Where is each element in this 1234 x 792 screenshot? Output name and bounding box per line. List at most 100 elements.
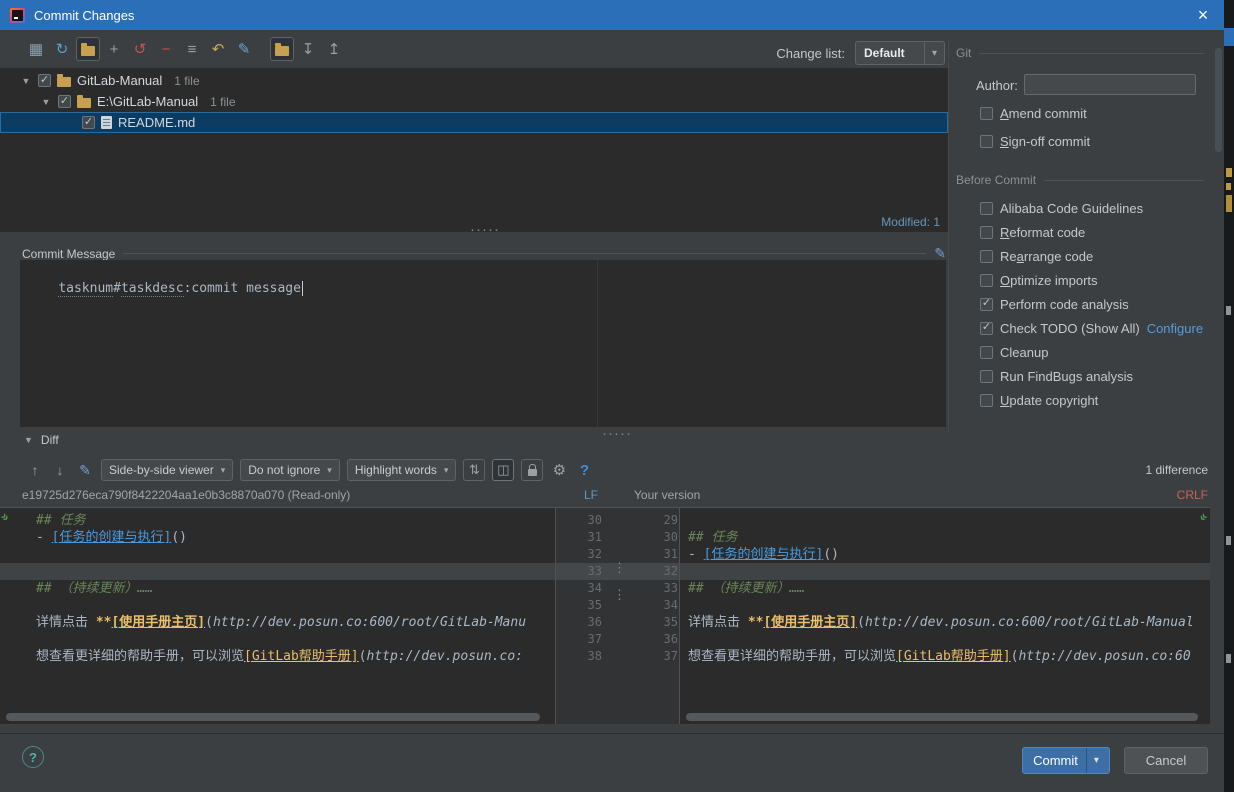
checkbox[interactable] xyxy=(980,202,993,215)
collapse-all-button[interactable]: ↥ xyxy=(322,37,346,61)
diff-file-header: e19725d276eca790f8422204aa1e0b3c8870a070… xyxy=(0,486,1224,507)
horizontal-scrollbar[interactable] xyxy=(6,713,540,721)
option-reformat-code[interactable]: Reformat code xyxy=(980,224,1085,240)
line-number: 29 xyxy=(632,512,678,529)
left-line-ending[interactable]: LF xyxy=(584,488,598,502)
chevron-down-icon[interactable]: ▾ xyxy=(1086,748,1099,773)
highlight-policy-dropdown[interactable]: Highlight words ▾ xyxy=(347,459,457,481)
show-details-button[interactable]: ≡ xyxy=(180,37,204,61)
diff-line: - xyxy=(688,547,704,562)
checkbox[interactable] xyxy=(980,370,993,383)
diff-line: ## （持续更新）…… xyxy=(688,581,805,596)
line-number: 34 xyxy=(556,580,602,597)
revert-button[interactable]: ↺ xyxy=(128,37,152,61)
splitter-handle[interactable]: ····· xyxy=(470,226,500,234)
checkbox[interactable] xyxy=(980,274,993,287)
option-check-todo[interactable]: ✓ Check TODO (Show All) Configure xyxy=(980,320,1203,336)
configure-link[interactable]: Configure xyxy=(1147,321,1203,336)
expand-all-button[interactable]: ↧ xyxy=(296,37,320,61)
diff-right-pane[interactable]: « ## 任务 - [任务的创建与执行]() ## （持续更新）…… 详情点击 … xyxy=(680,508,1210,724)
tree-row-directory[interactable]: ▼ ✓ E:\GitLab-Manual 1 file xyxy=(0,91,948,112)
refresh-button[interactable]: ↻ xyxy=(50,37,74,61)
tree-row-file-selected[interactable]: ✓ README.md xyxy=(0,112,948,133)
line-number: 36 xyxy=(632,631,678,648)
checkbox[interactable] xyxy=(980,226,993,239)
checkbox[interactable] xyxy=(980,107,993,120)
show-diff-button[interactable]: ▦ xyxy=(24,37,48,61)
checkbox[interactable]: ✓ xyxy=(58,95,71,108)
changelist-dropdown[interactable]: Default ▾ xyxy=(855,41,945,65)
checkbox[interactable]: ✓ xyxy=(82,116,95,129)
sync-scroll-toggle[interactable]: ⇅ xyxy=(463,459,485,481)
expand-arrow-icon[interactable]: ▼ xyxy=(20,76,32,86)
option-run-findbugs[interactable]: Run FindBugs analysis xyxy=(980,368,1133,384)
settings-gear-icon[interactable]: ⚙ xyxy=(550,461,568,479)
checkbox[interactable]: ✓ xyxy=(38,74,51,87)
panel-scrollbar[interactable] xyxy=(1215,48,1222,152)
ignore-policy-dropdown[interactable]: Do not ignore ▾ xyxy=(240,459,340,481)
diff-left-pane[interactable]: » ## 任务 - [任务的创建与执行]() ## （持续更新）…… 详情点击 … xyxy=(0,508,555,724)
close-icon[interactable]: × xyxy=(1192,6,1214,24)
diff-section-header[interactable]: ▼ Diff xyxy=(24,433,59,447)
line-number: 33 xyxy=(632,580,678,597)
checkbox[interactable] xyxy=(980,135,993,148)
option-optimize-imports[interactable]: Optimize imports xyxy=(980,272,1098,288)
right-revision-title: Your version xyxy=(634,488,700,502)
diff-line: 想查看更详细的帮助手册，可以浏览 xyxy=(688,649,896,664)
add-button[interactable]: + xyxy=(102,37,126,61)
option-cleanup[interactable]: Cleanup xyxy=(980,344,1048,360)
checkbox[interactable] xyxy=(980,346,993,359)
split-view-toggle[interactable]: ◫ xyxy=(492,459,514,481)
delete-button[interactable]: − xyxy=(154,37,178,61)
show-unversioned-files-button[interactable] xyxy=(76,37,100,61)
fold-marker-icon[interactable]: ⋮ xyxy=(613,588,626,601)
edit-source-icon: ✎ xyxy=(238,42,251,57)
checkbox[interactable] xyxy=(980,394,993,407)
checkbox-checked[interactable]: ✓ xyxy=(980,322,993,335)
dialog-titlebar[interactable]: Commit Changes × xyxy=(0,0,1224,30)
dialog-footer: ? Commit ▾ Cancel xyxy=(0,733,1224,792)
option-label: Cleanup xyxy=(1000,345,1048,360)
previous-difference-icon[interactable]: ↑ xyxy=(26,462,44,478)
disable-editing-toggle[interactable] xyxy=(521,459,543,481)
check-icon: ✓ xyxy=(40,75,49,86)
author-field[interactable] xyxy=(1024,74,1196,95)
option-amend-commit[interactable]: Amend commit xyxy=(980,105,1087,121)
next-difference-icon[interactable]: ↓ xyxy=(51,462,69,478)
expand-arrow-icon[interactable]: ▼ xyxy=(40,97,52,107)
undo-button[interactable]: ↶ xyxy=(206,37,230,61)
right-line-ending[interactable]: CRLF xyxy=(1177,488,1208,502)
cancel-button[interactable]: Cancel xyxy=(1124,747,1208,774)
commit-button[interactable]: Commit ▾ xyxy=(1022,747,1110,774)
edit-icon[interactable]: ✎ xyxy=(76,462,94,479)
fold-marker-icon[interactable]: ⋮ xyxy=(613,561,626,574)
option-perform-code-analysis[interactable]: ✓ Perform code analysis xyxy=(980,296,1129,312)
tree-row-changelist[interactable]: ▼ ✓ GitLab-Manual 1 file xyxy=(0,70,948,91)
option-label: eformat code xyxy=(1009,225,1085,240)
checkbox-checked[interactable]: ✓ xyxy=(980,298,993,311)
splitter-handle[interactable]: ····· xyxy=(602,430,632,438)
before-commit-section-header: Before Commit xyxy=(956,173,1204,187)
diff-section-label: Diff xyxy=(41,433,59,447)
help-icon[interactable]: ? xyxy=(575,462,593,479)
git-section-label: Git xyxy=(956,46,971,60)
diff-line: 详情点击 xyxy=(688,615,748,630)
checkbox[interactable] xyxy=(980,250,993,263)
help-button[interactable]: ? xyxy=(22,746,44,768)
group-by-directory-button[interactable] xyxy=(270,37,294,61)
diff-line: ## （持续更新）…… xyxy=(36,581,153,596)
option-alibaba-guidelines[interactable]: Alibaba Code Guidelines xyxy=(980,200,1143,216)
line-number: 35 xyxy=(632,614,678,631)
option-rearrange-code[interactable]: Rearrange code xyxy=(980,248,1093,264)
edit-source-button[interactable]: ✎ xyxy=(232,37,256,61)
option-update-copyright[interactable]: Update copyright xyxy=(980,392,1098,408)
commit-message-input[interactable]: tasknum#taskdesc:commit message xyxy=(20,260,946,427)
diff-link: [任务的创建与执行] xyxy=(52,530,172,545)
option-signoff-commit[interactable]: Sign-off commit xyxy=(980,133,1090,149)
horizontal-scrollbar[interactable] xyxy=(686,713,1198,721)
collapse-arrow-icon[interactable]: ▼ xyxy=(24,435,33,445)
viewer-dropdown[interactable]: Side-by-side viewer ▾ xyxy=(101,459,233,481)
option-label: Alibaba Code Guidelines xyxy=(1000,201,1143,216)
ignore-dropdown-value: Do not ignore xyxy=(248,463,320,477)
commit-message-text: tasknum xyxy=(58,281,113,297)
